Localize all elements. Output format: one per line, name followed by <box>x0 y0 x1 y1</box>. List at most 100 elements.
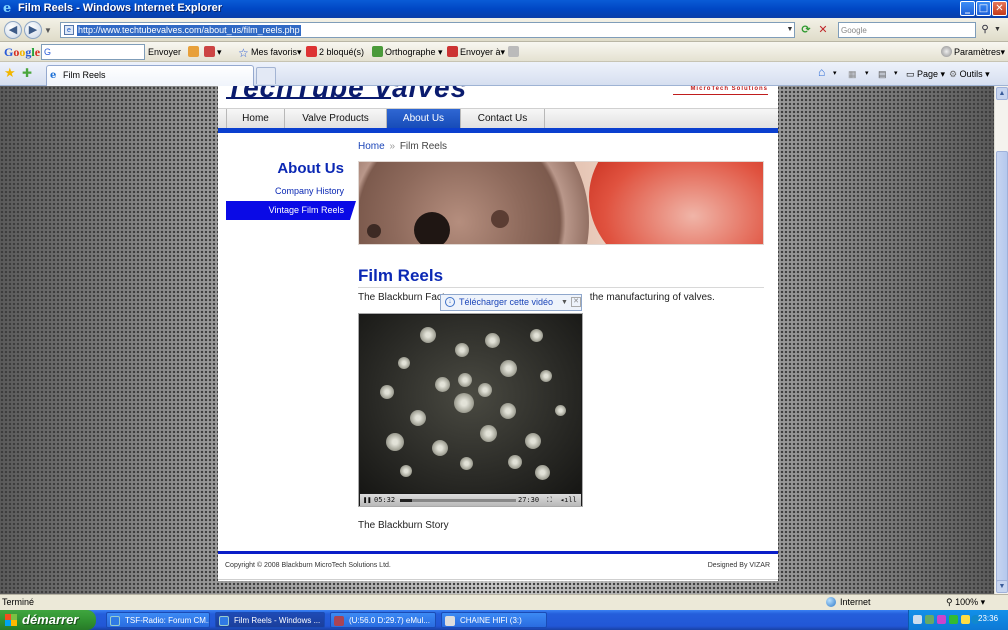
forward-arrow-icon[interactable]: ▶ <box>24 21 42 39</box>
status-text: Terminé <box>2 597 35 607</box>
print-icon[interactable]: ▤ <box>878 67 887 81</box>
zoom-level[interactable]: ⚲ 100% ▾ <box>946 597 985 608</box>
google-logo[interactable]: Google <box>4 45 40 59</box>
volume-icon[interactable]: ◂ıll <box>560 495 577 505</box>
scroll-up-button[interactable]: ▲ <box>996 87 1008 100</box>
history-dropdown[interactable]: ▼ <box>44 26 52 35</box>
stop-icon[interactable]: ✕ <box>816 22 830 38</box>
breadcrumb-home[interactable]: Home <box>358 141 385 152</box>
close-button[interactable]: ✕ <box>992 1 1007 16</box>
url-text[interactable]: http://www.techtubevalves.com/about_us/f… <box>77 25 301 36</box>
minimize-button[interactable]: _ <box>960 1 975 16</box>
search-icon[interactable]: ⚲ <box>978 22 992 38</box>
windows-taskbar: démarrer TSF-Radio: Forum CM... Film Ree… <box>0 610 1008 630</box>
ie-icon: e <box>50 70 57 81</box>
breadcrumb: Home » Film Reels <box>358 141 447 152</box>
page-viewport: TechTube Valves MicroTech Solutions Home… <box>0 86 994 594</box>
close-icon[interactable]: ✕ <box>571 297 581 307</box>
address-input[interactable]: e http://www.techtubevalves.com/about_us… <box>60 22 795 38</box>
video-progress-fill <box>400 499 412 502</box>
tray-icon[interactable] <box>961 615 970 624</box>
scrollbar-thumb[interactable] <box>996 151 1008 583</box>
download-video-label[interactable]: Télécharger cette vidéo <box>459 297 553 307</box>
video-total-time: 27:30 <box>518 496 540 504</box>
home-icon[interactable]: ⌂ <box>818 65 825 79</box>
popup-blocker-button[interactable]: 2 bloqué(s) <box>306 45 364 59</box>
settings-button[interactable]: Paramètres▾ <box>941 45 1005 59</box>
highlight-icon[interactable] <box>188 45 201 59</box>
site-logo[interactable]: TechTube Valves MicroTech Solutions <box>218 86 778 100</box>
tagline-underline <box>673 94 768 95</box>
maximize-button[interactable]: □ <box>976 1 991 16</box>
tray-icon[interactable] <box>937 615 946 624</box>
sidebar-item-company-history[interactable]: Company History <box>226 182 350 201</box>
taskbar-item-tsf-radio[interactable]: TSF-Radio: Forum CM... <box>106 612 210 628</box>
favorites-button[interactable]: ☆ Mes favoris▾ <box>238 45 302 59</box>
status-bar: Terminé Internet ⚲ 100% ▾ <box>0 594 1008 610</box>
google-search-input[interactable]: G <box>41 44 145 60</box>
vertical-scrollbar[interactable]: ▲ ▼ <box>994 86 1008 594</box>
video-frame[interactable] <box>360 315 581 493</box>
logo-underline <box>226 97 391 99</box>
nav-home[interactable]: Home <box>226 109 284 128</box>
tab-bar: ★ ✚ e Film Reels ⌂ ▾ ▦ ▾ ▤ ▾ ▭ Page ▾ ⚙ … <box>0 62 1008 86</box>
tab-film-reels[interactable]: e Film Reels <box>46 65 254 86</box>
film-reel <box>359 162 589 244</box>
chevron-down-icon[interactable]: ▼ <box>561 295 568 310</box>
search-input[interactable]: Google <box>838 22 976 38</box>
back-arrow-icon[interactable]: ◀ <box>4 21 22 39</box>
taskbar-item-emule[interactable]: (U:56.0 D:29.7) eMul... <box>330 612 436 628</box>
start-button[interactable]: démarrer <box>0 610 96 630</box>
sidebar-item-vintage-film-reels[interactable]: Vintage Film Reels <box>226 201 356 220</box>
site-footer: Copyright © 2008 Blackburn MicroTech Sol… <box>218 554 778 580</box>
video-caption: The Blackburn Story <box>358 520 449 531</box>
video-progress-bar[interactable] <box>400 499 516 502</box>
fullscreen-icon[interactable]: ⛶ <box>547 495 552 505</box>
new-tab-button[interactable] <box>256 67 276 84</box>
scroll-down-button[interactable]: ▼ <box>996 580 1008 593</box>
home-dropdown[interactable]: ▾ <box>833 67 837 81</box>
video-elapsed-time: 05:32 <box>374 496 396 504</box>
spellcheck-button[interactable]: Orthographe ▾ <box>372 45 443 59</box>
security-zone[interactable]: Internet <box>840 597 871 607</box>
windows-flag-icon <box>5 614 17 626</box>
film-reel-banner-image <box>358 161 764 245</box>
pencil-icon[interactable] <box>508 45 521 59</box>
popup-icon[interactable]: ▾ <box>204 45 222 59</box>
play-pause-icon[interactable]: ❚❚ <box>363 495 371 505</box>
star-icon[interactable]: ★ <box>4 66 16 80</box>
nav-about-us[interactable]: About Us <box>386 109 460 128</box>
feed-dropdown[interactable]: ▾ <box>865 67 869 81</box>
globe-icon <box>826 597 836 607</box>
taskbar-clock[interactable]: 23:36 <box>978 614 998 623</box>
ie-icon: e <box>3 1 12 16</box>
video-player[interactable]: ❚❚ 05:32 27:30 ⛶ ◂ıll <box>358 313 583 507</box>
tray-icon[interactable] <box>925 615 934 624</box>
page-menu[interactable]: ▭ Page ▾ <box>906 67 945 81</box>
search-dropdown[interactable]: ▼ <box>994 22 1001 38</box>
tools-menu[interactable]: ⚙ Outils ▾ <box>949 67 990 81</box>
tray-icon[interactable] <box>949 615 958 624</box>
article-title: Film Reels <box>358 266 444 285</box>
google-toolbar: Google G Envoyer ▾ ☆ Mes favoris▾ 2 bloqu… <box>0 42 1008 62</box>
send-button[interactable]: Envoyer <box>148 45 181 59</box>
taskbar-item-film-reels[interactable]: Film Reels - Windows ... <box>215 612 325 628</box>
feed-icon[interactable]: ▦ <box>848 67 857 81</box>
nav-valve-products[interactable]: Valve Products <box>284 109 386 128</box>
send-to-button[interactable]: Envoyer à▾ <box>447 45 505 59</box>
download-icon: ↓ <box>445 297 455 307</box>
add-favorite-icon[interactable]: ✚ <box>22 66 32 80</box>
taskbar-item-chaine-hifi[interactable]: CHAINE HIFI (3:) <box>441 612 547 628</box>
address-dropdown[interactable]: ▼ <box>785 22 795 38</box>
footer-credit[interactable]: Designed By VIZAR <box>708 562 770 569</box>
nav-divider <box>218 128 778 133</box>
print-dropdown[interactable]: ▾ <box>894 67 898 81</box>
red-film-can <box>589 162 763 244</box>
window-title-bar[interactable]: e Film Reels - Windows Internet Explorer… <box>0 0 1008 18</box>
tray-icon[interactable] <box>913 615 922 624</box>
breadcrumb-current: Film Reels <box>399 141 448 152</box>
refresh-icon[interactable]: ⟳ <box>799 22 813 38</box>
gear-icon: ⚙ <box>949 69 958 79</box>
download-video-popup[interactable]: ↓ Télécharger cette vidéo ▼ ✕ <box>440 294 582 311</box>
nav-contact-us[interactable]: Contact Us <box>460 109 545 128</box>
